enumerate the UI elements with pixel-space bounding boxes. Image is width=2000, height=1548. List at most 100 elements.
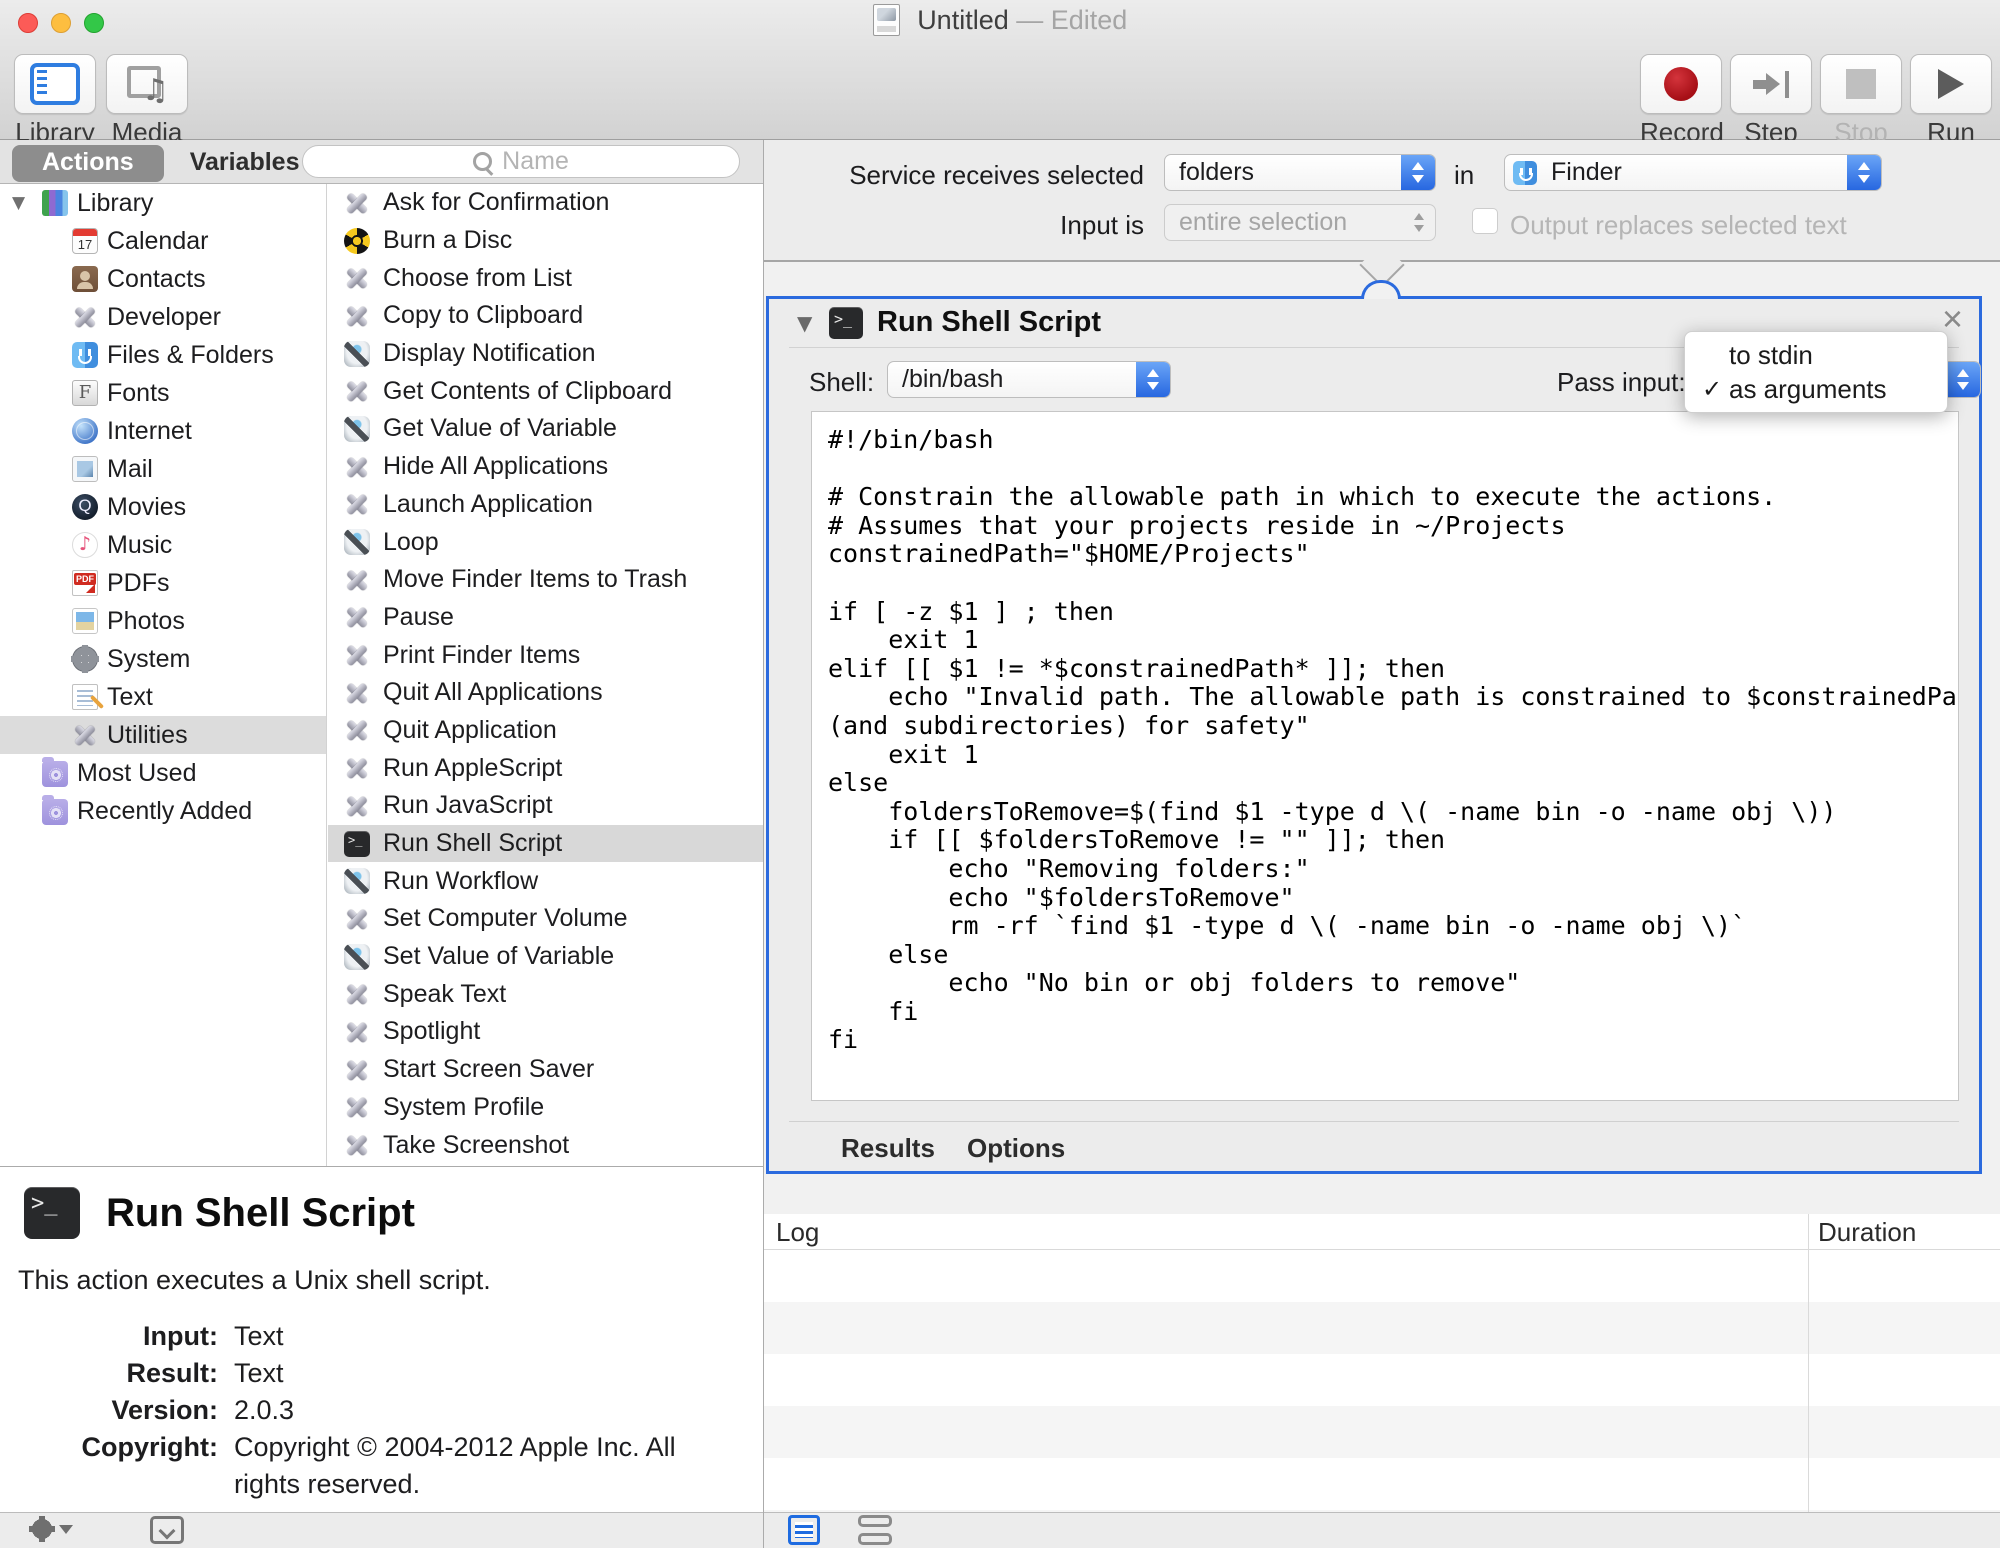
sidebar-item-label: Movies (107, 493, 186, 522)
action-list-item[interactable]: Print Finder Items (328, 636, 763, 674)
finder-icon (1513, 161, 1537, 185)
popup-stepper-icon (1405, 205, 1435, 240)
library-button[interactable]: Library (14, 54, 96, 148)
action-list-item[interactable]: Move Finder Items to Trash (328, 561, 763, 599)
action-list-item[interactable]: Get Value of Variable (328, 410, 763, 448)
action-list-item[interactable]: Loop (328, 523, 763, 561)
description-fields: Input: Text Result: Text Version: 2.0.3 … (0, 1318, 763, 1503)
sidebar-item[interactable]: Utilities (0, 716, 326, 754)
action-list-item[interactable]: Quit All Applications (328, 674, 763, 712)
sidebar-item[interactable]: Internet (0, 412, 326, 450)
sidebar-item-label: Utilities (107, 721, 188, 750)
sidebar-item[interactable]: Calendar (0, 222, 326, 260)
action-list-item[interactable]: Start Screen Saver (328, 1051, 763, 1089)
record-button[interactable]: Record (1640, 54, 1722, 148)
action-list-item[interactable]: Take Screenshot (328, 1126, 763, 1164)
action-item-label: Pause (383, 603, 454, 632)
sidebar-item[interactable]: Mail (0, 450, 326, 488)
action-menu-button[interactable] (30, 1517, 73, 1541)
sidebar-item[interactable]: Photos (0, 602, 326, 640)
description-field: Version: 2.0.3 (0, 1392, 763, 1429)
results-button[interactable]: Results (841, 1133, 935, 1164)
log-list-view-icon[interactable] (788, 1515, 820, 1545)
action-item-label: Copy to Clipboard (383, 301, 583, 330)
action-list-item[interactable]: Run Shell Script (328, 825, 763, 863)
action-list-item[interactable]: Ask for Confirmation (328, 184, 763, 222)
action-list-item[interactable]: System Profile (328, 1089, 763, 1127)
sidebar-item[interactable]: System (0, 640, 326, 678)
action-list-item[interactable]: Set Computer Volume (328, 900, 763, 938)
toggle-description-panel-button[interactable] (150, 1516, 184, 1544)
action-list-item[interactable]: Pause (328, 599, 763, 637)
sidebar-item-label: Library (77, 189, 153, 218)
sidebar-item[interactable]: Fonts (0, 374, 326, 412)
popup-stepper-icon (1847, 155, 1881, 190)
log-stack-view-icon[interactable] (858, 1515, 892, 1545)
disclosure-triangle-icon[interactable]: ▼ (12, 193, 42, 213)
action-item-label: Start Screen Saver (383, 1055, 594, 1084)
sidebar-item[interactable]: Files & Folders (0, 336, 326, 374)
sidebar-item[interactable]: Music (0, 526, 326, 564)
sidebar-item[interactable]: Movies (0, 488, 326, 526)
sidebar-item[interactable]: Most Used (0, 754, 326, 792)
sidebar-item-label: Photos (107, 607, 185, 636)
menu-item[interactable]: ✓ as arguments (1685, 372, 1947, 406)
output-replaces-label: Output replaces selected text (1510, 210, 1847, 241)
step-button[interactable]: Step (1730, 54, 1812, 148)
description-text: This action executes a Unix shell script… (18, 1265, 763, 1296)
run-button[interactable]: Run (1910, 54, 1992, 148)
action-list-item[interactable]: Set Value of Variable (328, 938, 763, 976)
action-list-item[interactable]: Choose from List (328, 259, 763, 297)
action-list-item[interactable]: Display Notification (328, 335, 763, 373)
action-item-label: Hide All Applications (383, 452, 608, 481)
sidebar-item-label: Calendar (107, 227, 208, 256)
action-list-item[interactable]: Speak Text (328, 975, 763, 1013)
sidebar-item[interactable]: ▼ Library (0, 184, 326, 222)
log-header: Log Duration (764, 1214, 2000, 1250)
sidebar-item-label: Files & Folders (107, 341, 274, 370)
wrench-icon (344, 906, 370, 932)
action-disclosure-triangle-icon[interactable]: ▼ (797, 311, 812, 335)
service-receives-popup[interactable]: folders (1164, 154, 1436, 191)
action-list-item[interactable]: Copy to Clipboard (328, 297, 763, 335)
log-column-divider[interactable] (1808, 1214, 1809, 1512)
wrench-icon (344, 265, 370, 291)
shell-script-editor[interactable]: #!/bin/bash # Constrain the allowable pa… (811, 411, 1959, 1101)
search-input[interactable]: Name (302, 145, 740, 178)
options-button[interactable]: Options (967, 1133, 1065, 1164)
action-list-item[interactable]: Launch Application (328, 486, 763, 524)
title-bar-and-toolbar: Untitled — Edited Library Media Record S… (0, 0, 2000, 140)
robot-icon (344, 944, 370, 970)
action-list-item[interactable]: Burn a Disc (328, 222, 763, 260)
action-list-item[interactable]: Run JavaScript (328, 787, 763, 825)
sidebar-item[interactable]: Contacts (0, 260, 326, 298)
shell-popup[interactable]: /bin/bash (887, 361, 1171, 398)
action-item-label: Run JavaScript (383, 791, 553, 820)
action-list-item[interactable]: Get Contents of Clipboard (328, 372, 763, 410)
sidebar-item[interactable]: Developer (0, 298, 326, 336)
tab-actions[interactable]: Actions (12, 145, 164, 182)
action-list-item[interactable]: Run Workflow (328, 862, 763, 900)
wrench-icon (72, 304, 98, 330)
description-field: Copyright: Copyright © 2004-2012 Apple I… (0, 1429, 763, 1503)
sidebar-item[interactable]: Recently Added (0, 792, 326, 830)
pane-divider[interactable] (763, 140, 764, 1548)
action-list-item[interactable]: Run AppleScript (328, 749, 763, 787)
action-list-item[interactable]: Hide All Applications (328, 448, 763, 486)
log-column-header: Log (776, 1217, 819, 1248)
service-app-value: Finder (1537, 158, 1847, 187)
gear-icon (30, 1517, 54, 1541)
sidebar-item[interactable]: Text (0, 678, 326, 716)
radioactive-icon (344, 228, 370, 254)
service-app-popup[interactable]: Finder (1504, 154, 1882, 191)
action-list-item[interactable]: Quit Application (328, 712, 763, 750)
sidebar-item-label: Text (107, 683, 153, 712)
action-item-label: Choose from List (383, 264, 572, 293)
media-button[interactable]: Media (106, 54, 188, 148)
action-list-item[interactable]: Spotlight (328, 1013, 763, 1051)
fonts-icon (72, 380, 98, 406)
menu-item[interactable]: to stdin (1685, 338, 1947, 372)
sidebar-item[interactable]: PDFs (0, 564, 326, 602)
action-item-label: Print Finder Items (383, 641, 580, 670)
action-item-label: Spotlight (383, 1017, 480, 1046)
